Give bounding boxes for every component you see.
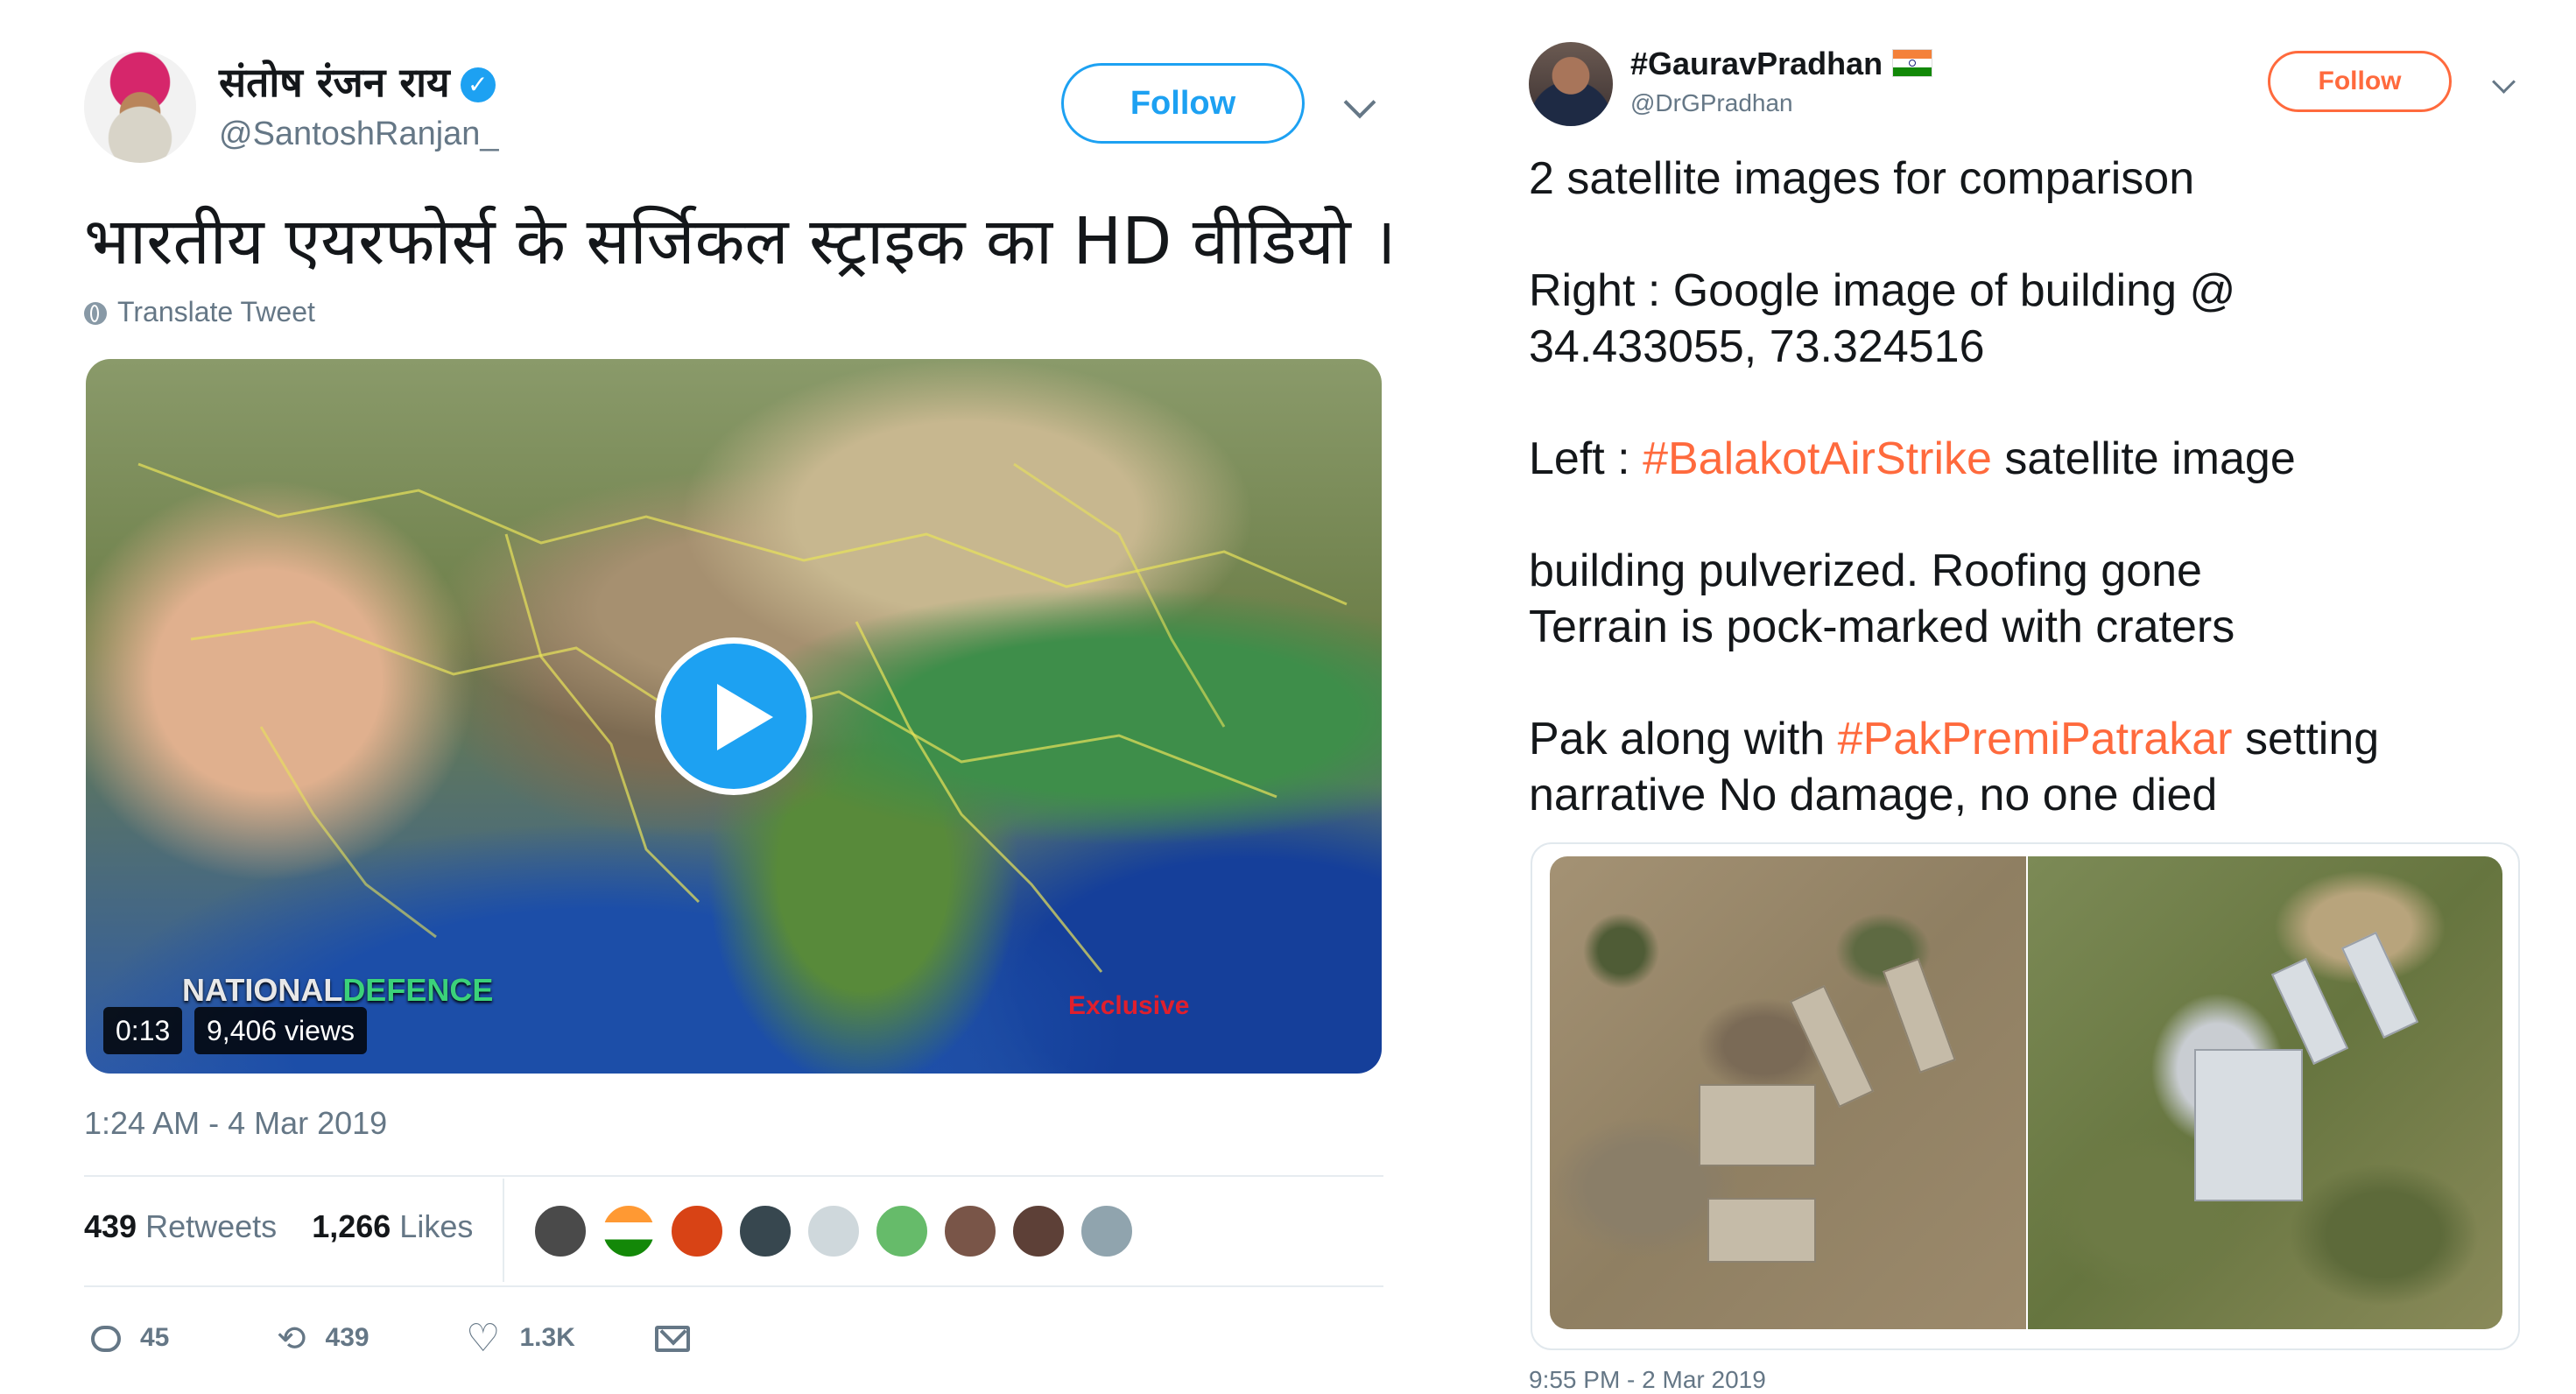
damaged-building [1707,1198,1816,1263]
retweet-action[interactable]: ⟲ 439 [277,1319,370,1357]
satellite-image-left[interactable] [1550,856,2026,1329]
display-name-text[interactable]: #GauravPradhan [1630,46,1883,81]
direct-message-action[interactable] [655,1319,709,1357]
liker-avatar[interactable] [669,1203,725,1259]
line-text: Pak along with [1529,714,1838,764]
like-action[interactable]: ♡ 1.3K [466,1317,575,1361]
watermark-a: NATIONAL [182,972,343,1008]
globe-icon [84,302,107,325]
likes-stat[interactable]: 1,266 Likes [312,1208,473,1244]
damaged-building [1699,1084,1816,1166]
tweet-stats: 439 Retweets 1,266 Likes [84,1208,473,1245]
tweet-line: Terrain is pock-marked with craters [1529,602,2235,652]
liker-avatar[interactable] [806,1203,862,1259]
watermark-b: DEFENCE [342,972,494,1008]
display-name[interactable]: संतोष रंजन राय ✓ [219,54,496,109]
user-handle[interactable]: @SantoshRanjan_ [219,116,499,153]
intact-building [2194,1049,2303,1201]
tweet-timestamp[interactable]: 9:55 PM - 2 Mar 2019 [1529,1366,1766,1394]
liker-avatar[interactable] [737,1203,793,1259]
line-text: setting [2232,714,2380,764]
display-name[interactable]: #GauravPradhan [1630,46,1932,82]
reply-icon [91,1326,121,1353]
video-player[interactable]: NATIONALDEFENCE Exclusive 0:13 9,406 vie… [86,359,1382,1074]
user-avatar[interactable] [84,51,196,163]
reply-action[interactable]: 45 [91,1319,169,1357]
tweet-line: building pulverized. Roofing gone [1529,546,2202,596]
liker-avatar[interactable] [601,1203,657,1259]
likes-label: Likes [399,1208,474,1244]
stats-divider [503,1179,504,1282]
liker-avatar[interactable] [1010,1203,1066,1259]
like-count: 1.3K [519,1323,575,1352]
tweet-text: भारतीय एयरफोर्स के सर्जिकल स्ट्राइक का H… [84,204,1397,279]
reply-count: 45 [140,1323,170,1352]
divider [84,1285,1383,1287]
tweet-line: Left : #BalakotAirStrike satellite image [1529,431,2296,487]
follow-button[interactable]: Follow [2268,51,2452,112]
liker-avatar[interactable] [1079,1203,1135,1259]
user-avatar[interactable] [1529,42,1613,126]
tweet-line: narrative No damage, no one died [1529,770,2218,820]
verified-badge-icon: ✓ [460,67,496,102]
chevron-down-icon[interactable] [2492,70,2516,94]
building [1883,958,1956,1074]
india-flag-icon [1893,50,1932,76]
building [2340,932,2419,1038]
retweets-label: Retweets [145,1208,278,1244]
line-text: Left : [1529,433,1643,484]
envelope-icon [655,1326,690,1353]
tweet-line: Pak along with #PakPremiPatrakar setting [1529,711,2379,767]
video-views-badge: 9,406 views [194,1007,367,1054]
tweet-line: Right : Google image of building @ [1529,265,2236,316]
hashtag-link[interactable]: #BalakotAirStrike [1643,433,1992,484]
retweet-icon: ⟲ [277,1320,306,1359]
display-name-text[interactable]: संतोष रंजन राय [219,59,450,106]
chevron-down-icon[interactable] [1343,86,1376,119]
liker-avatar[interactable] [874,1203,930,1259]
line-text: satellite image [1991,433,2296,484]
divider [84,1175,1383,1177]
tweet-timestamp[interactable]: 1:24 AM - 4 Mar 2019 [84,1105,387,1142]
heart-icon: ♡ [466,1317,501,1361]
tweet-line: 34.433055, 73.324516 [1529,321,1985,372]
retweet-count: 439 [325,1323,370,1352]
retweets-stat[interactable]: 439 Retweets [84,1208,277,1244]
hashtag-link[interactable]: #PakPremiPatrakar [1838,714,2233,764]
video-duration-badge: 0:13 [103,1007,183,1054]
play-button[interactable] [655,637,813,795]
exclusive-tag: Exclusive [1068,991,1190,1020]
channel-watermark: NATIONALDEFENCE [182,972,493,1009]
retweets-count: 439 [84,1208,137,1244]
translate-tweet-link[interactable]: Translate Tweet [84,296,315,328]
likes-count: 1,266 [312,1208,391,1244]
satellite-image-right[interactable] [2028,856,2502,1329]
liker-avatar[interactable] [532,1203,588,1259]
user-handle[interactable]: @DrGPradhan [1630,89,1793,117]
tweet-line: 2 satellite images for comparison [1529,153,2195,204]
follow-button[interactable]: Follow [1061,63,1305,144]
translate-label: Translate Tweet [117,296,315,327]
liker-avatar[interactable] [942,1203,998,1259]
